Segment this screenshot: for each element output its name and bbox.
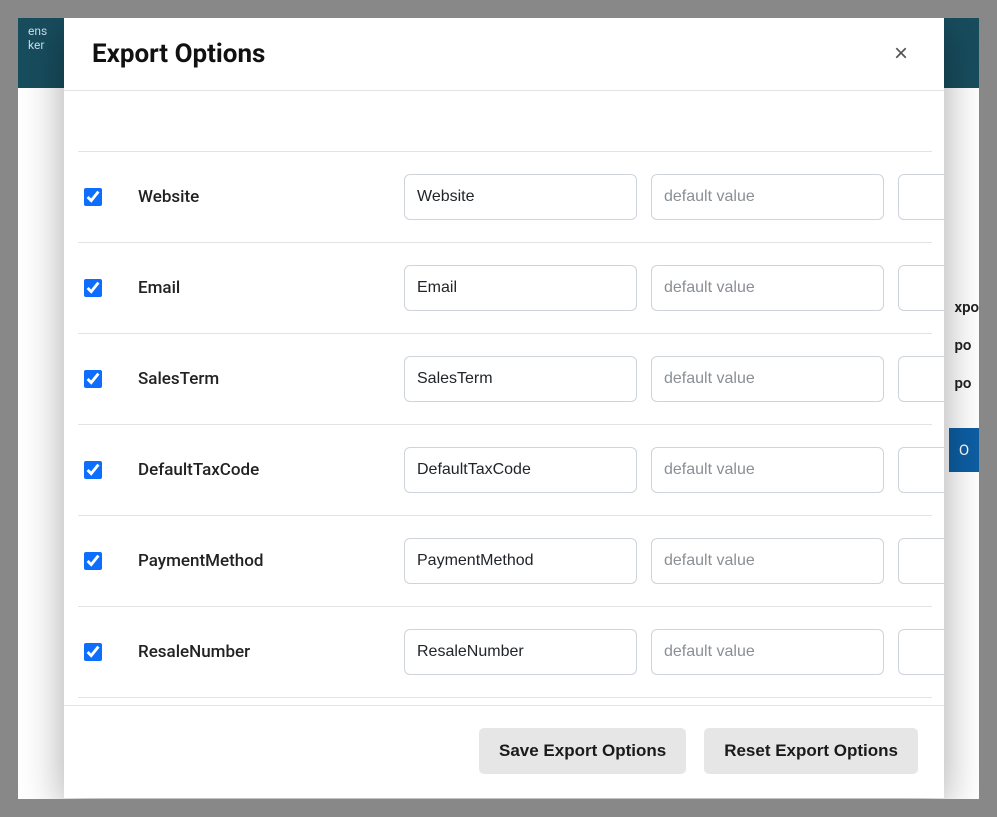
field-default-input[interactable] (651, 538, 884, 584)
bg-text: ens (28, 24, 47, 38)
field-row: ResaleNumber (78, 607, 932, 698)
export-options-modal: Export Options × Website Email SalesTerm De… (64, 18, 944, 798)
app-backdrop: ens ker xpo po po O Export Options × (18, 18, 979, 799)
scroll-spacer-bottom (78, 698, 932, 705)
field-label: Website (116, 187, 376, 207)
field-enabled-checkbox[interactable] (84, 279, 102, 297)
field-enabled-checkbox[interactable] (84, 370, 102, 388)
field-label: Email (116, 278, 376, 298)
field-name-input[interactable] (404, 447, 637, 493)
field-default-input[interactable] (651, 447, 884, 493)
field-name-input[interactable] (404, 265, 637, 311)
modal-body-scroll[interactable]: Website Email SalesTerm DefaultTaxCode Payme… (64, 91, 944, 705)
field-name-input[interactable] (404, 629, 637, 675)
reset-export-options-button[interactable]: Reset Export Options (704, 728, 918, 774)
field-order-input[interactable] (898, 538, 944, 584)
field-default-input[interactable] (651, 265, 884, 311)
save-export-options-button[interactable]: Save Export Options (479, 728, 686, 774)
bg-text: ker (28, 38, 44, 52)
field-row: PaymentMethod (78, 516, 932, 607)
field-label: PaymentMethod (116, 551, 376, 571)
field-order-input[interactable] (898, 174, 944, 220)
field-order-input[interactable] (898, 356, 944, 402)
field-name-input[interactable] (404, 538, 637, 584)
background-side-button[interactable]: O (949, 428, 979, 472)
close-icon: × (894, 40, 908, 67)
field-order-input[interactable] (898, 447, 944, 493)
field-enabled-checkbox[interactable] (84, 552, 102, 570)
field-row: Website (78, 152, 932, 243)
field-name-input[interactable] (404, 356, 637, 402)
modal-footer: Save Export Options Reset Export Options (64, 706, 944, 798)
field-enabled-checkbox[interactable] (84, 643, 102, 661)
field-enabled-checkbox[interactable] (84, 188, 102, 206)
field-row: SalesTerm (78, 334, 932, 425)
field-order-input[interactable] (898, 265, 944, 311)
field-enabled-checkbox[interactable] (84, 461, 102, 479)
modal-title: Export Options (92, 39, 265, 69)
field-row-partial (78, 91, 932, 152)
close-button[interactable]: × (886, 38, 916, 70)
field-label: DefaultTaxCode (116, 460, 376, 480)
field-default-input[interactable] (651, 629, 884, 675)
field-row: Email (78, 243, 932, 334)
field-label: SalesTerm (116, 369, 376, 389)
background-side-text: xpo po po (954, 288, 979, 402)
field-order-input[interactable] (898, 629, 944, 675)
field-default-input[interactable] (651, 174, 884, 220)
modal-header: Export Options × (64, 18, 944, 90)
field-default-input[interactable] (651, 356, 884, 402)
field-label: ResaleNumber (116, 642, 376, 662)
modal-body-wrapper: Website Email SalesTerm DefaultTaxCode Payme… (64, 90, 944, 706)
field-row: DefaultTaxCode (78, 425, 932, 516)
field-name-input[interactable] (404, 174, 637, 220)
